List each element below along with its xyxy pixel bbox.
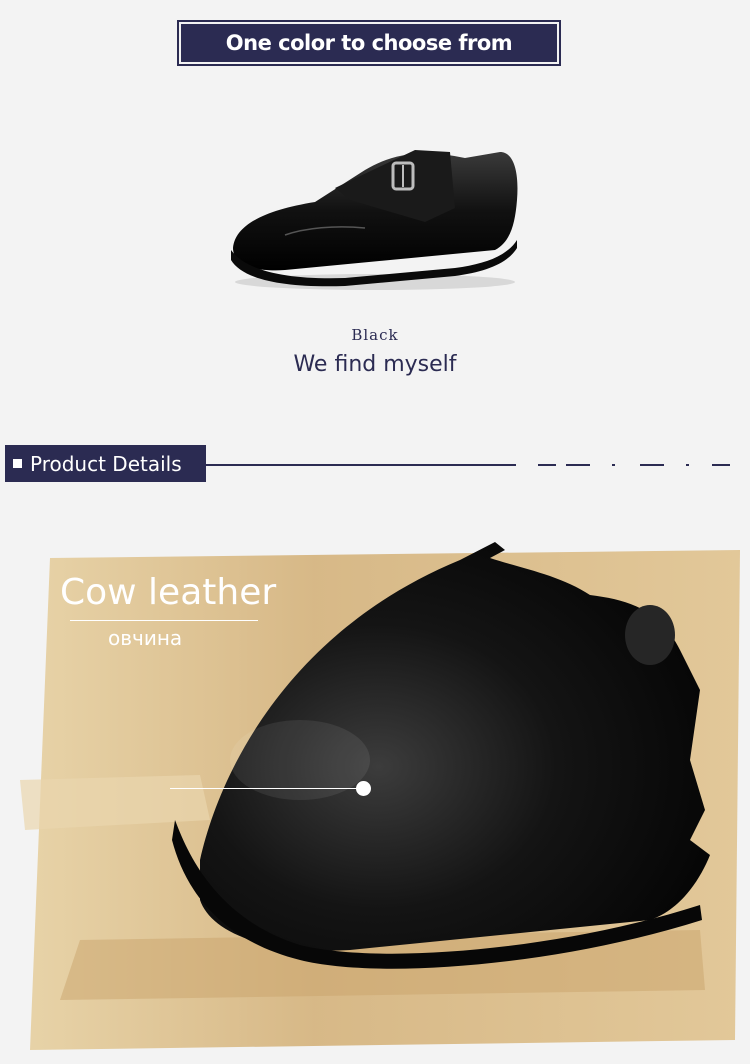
divider-dash [538, 464, 556, 466]
divider-dash [566, 464, 590, 466]
color-label: Black [351, 326, 399, 344]
material-underline [70, 620, 258, 621]
callout-dot [356, 781, 371, 796]
callout-line [170, 788, 360, 789]
material-translation: овчина [108, 626, 183, 650]
section-header: Product Details [5, 445, 206, 482]
divider-dash [686, 464, 689, 466]
slogan-text: We find myself [293, 352, 457, 377]
banner-text: One color to choose from [225, 31, 513, 55]
section-divider [206, 464, 516, 466]
black-shoe-image [231, 150, 518, 290]
square-bullet-icon [13, 459, 22, 468]
divider-dash [612, 464, 615, 466]
color-choice-banner: One color to choose from [177, 20, 561, 66]
divider-dash [712, 464, 730, 466]
divider-dash [640, 464, 664, 466]
section-title: Product Details [30, 451, 182, 476]
material-title: Cow leather [60, 572, 277, 613]
